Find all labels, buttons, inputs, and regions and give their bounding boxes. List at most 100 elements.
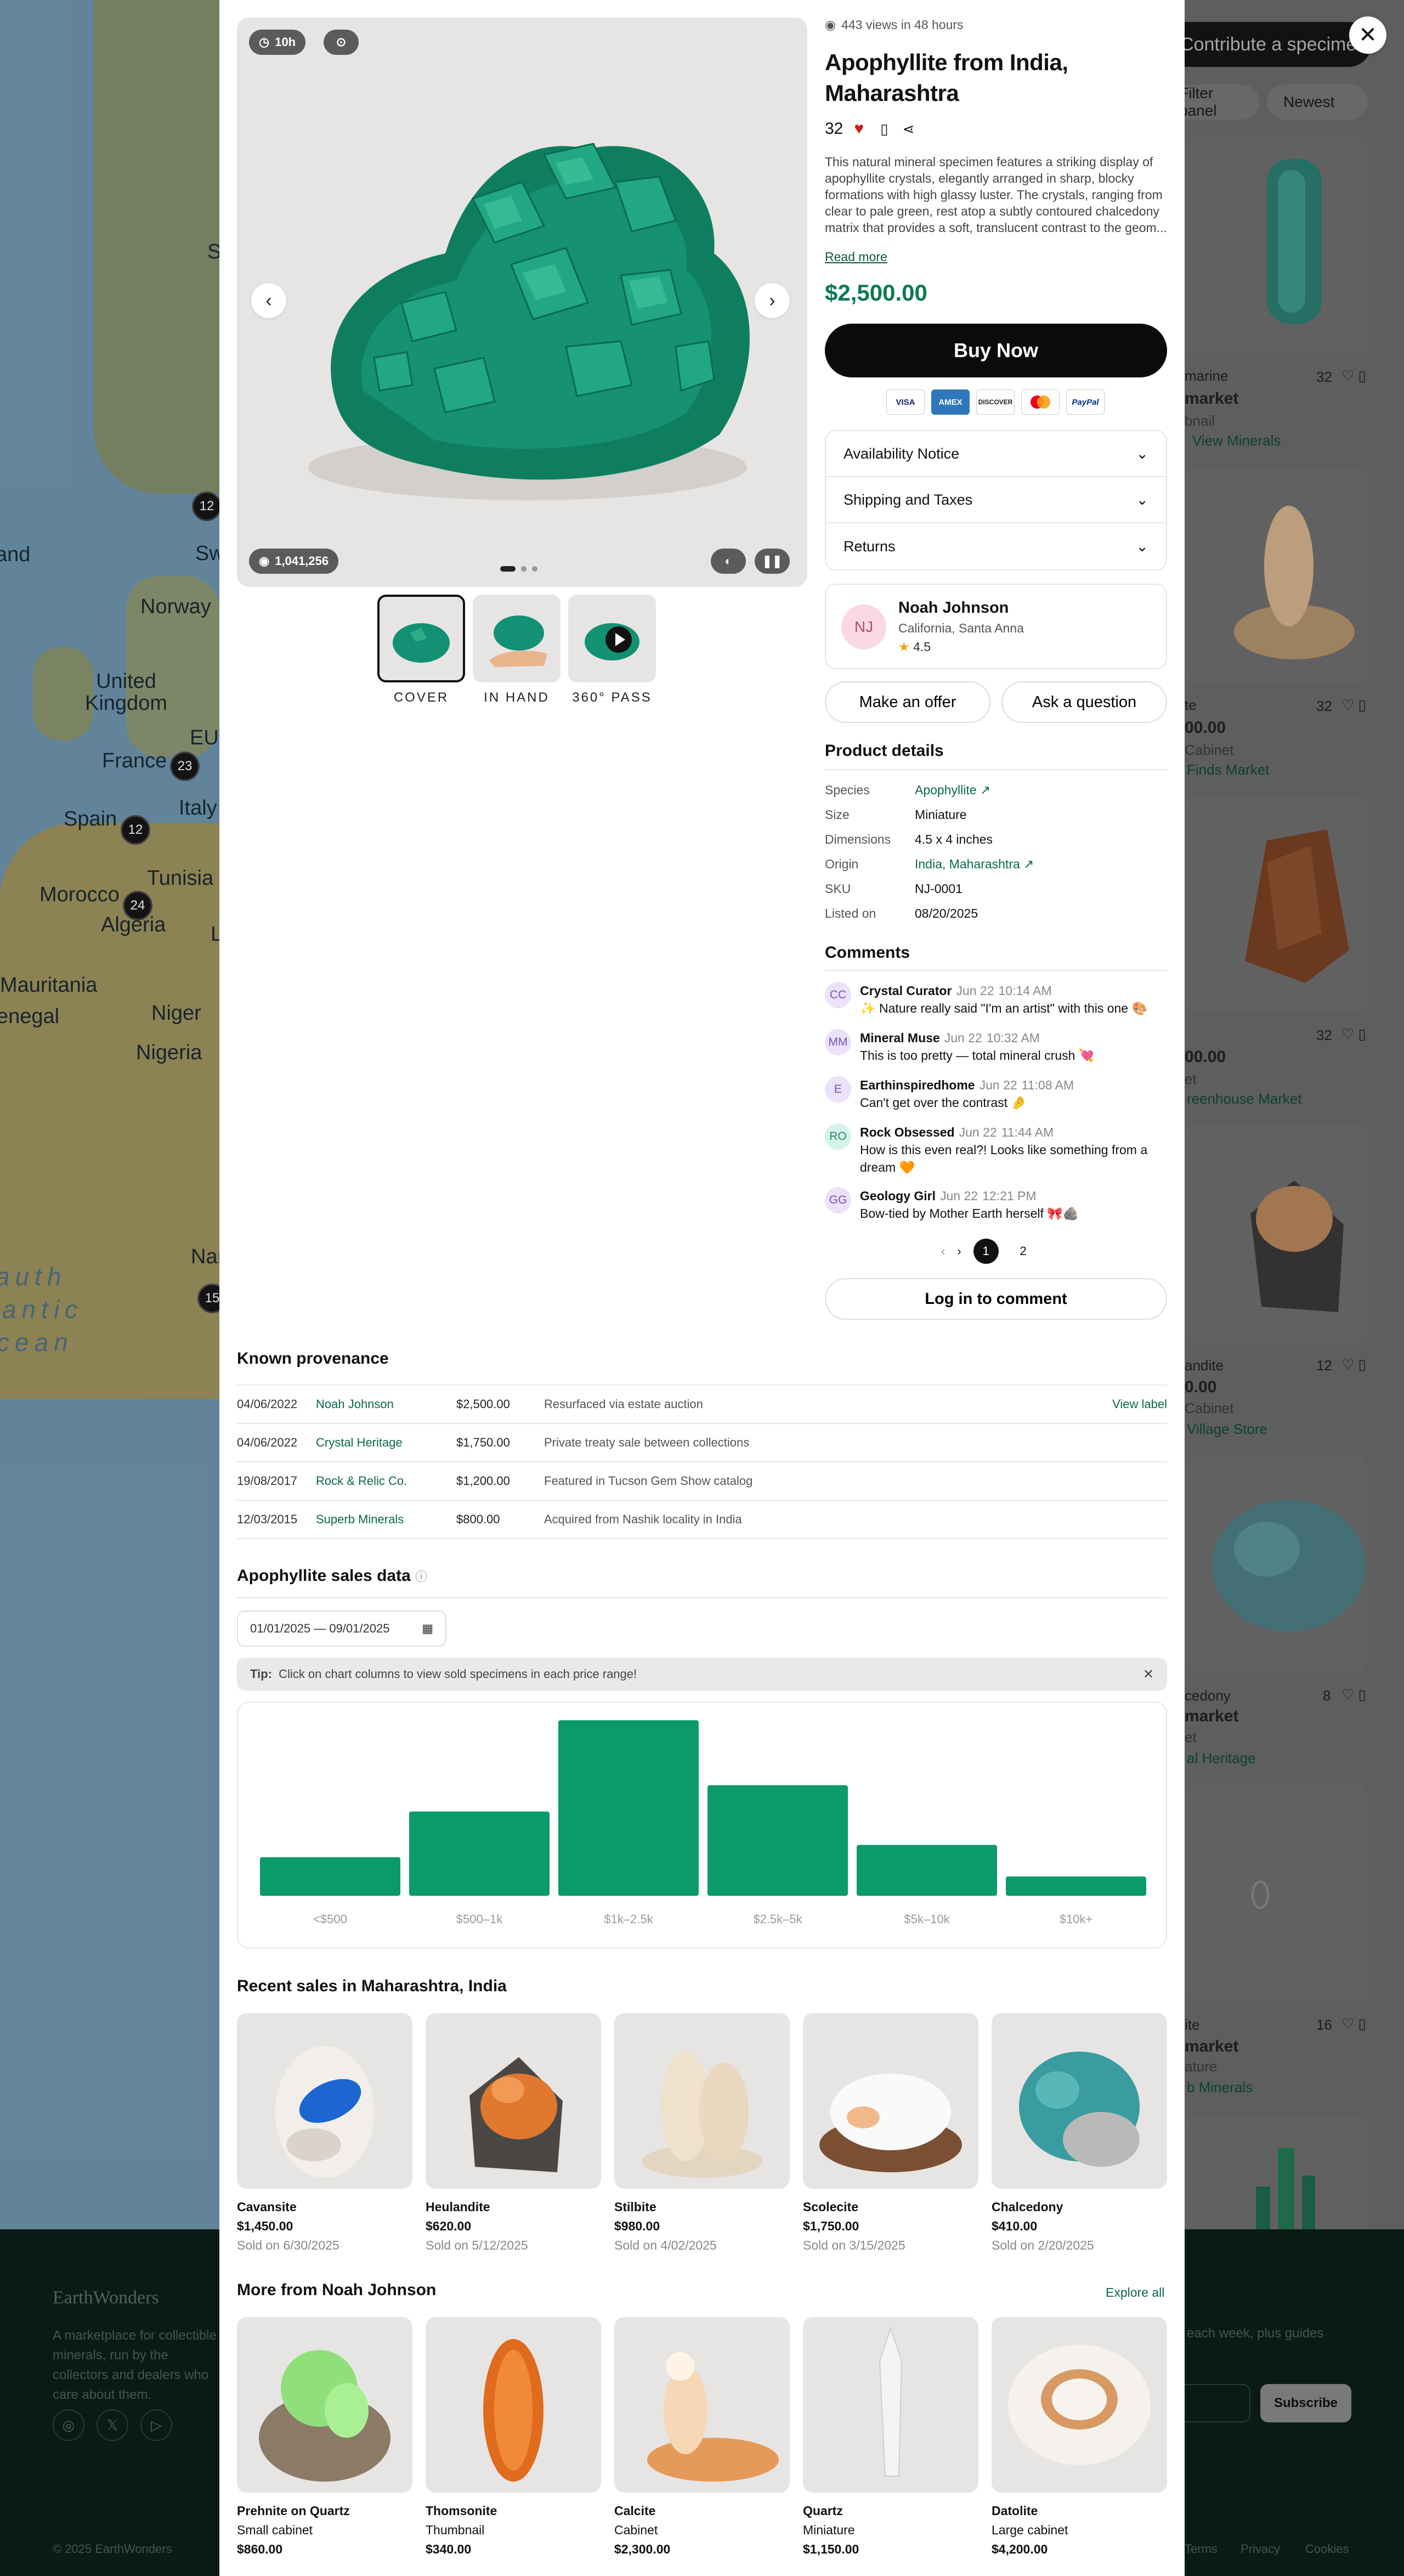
more-from-seller-heading: More from Noah Johnson [237, 2281, 437, 2299]
product-card[interactable]: Datolite Large cabinet $4,200.00 [992, 2317, 1167, 2557]
provenance-owner[interactable]: Rock & Relic Co. [316, 1474, 456, 1488]
chart-tick-label: $2.5k–5k [753, 1912, 802, 1926]
chevron-right-icon[interactable]: › [957, 1244, 961, 1258]
payment-methods: VISA AMEX DISCOVER PayPal [886, 389, 1105, 415]
avatar: NJ [841, 605, 886, 649]
comment-author[interactable]: Geology Girl [860, 1189, 936, 1203]
detail-value-species[interactable]: Apophyllite ↗ [915, 783, 990, 798]
read-more-link[interactable]: Read more [825, 250, 887, 264]
info-icon[interactable]: ⓘ [415, 1570, 427, 1584]
camera-icon[interactable]: ⊙ [324, 30, 359, 55]
carousel-dot[interactable] [521, 566, 526, 572]
image-gallery[interactable]: ◷ 10h ⊙ ‹ › ◉ 1,041,256 ◐ ❚❚ [237, 18, 807, 587]
tip-label: Tip: [250, 1667, 272, 1681]
sold-date: Sold on 4/02/2025 [614, 2238, 717, 2252]
product-name: Prehnite on Quartz [237, 2504, 350, 2518]
previous-image-button[interactable]: ‹ [251, 283, 286, 318]
product-card[interactable]: Scolecite $1,750.00 Sold on 3/15/2025 [803, 2013, 978, 2253]
specimen-image [469, 2057, 563, 2172]
comment-time: 10:14 AM [998, 984, 1052, 998]
specimen-modal: ◷ 10h ⊙ ‹ › ◉ 1,041,256 ◐ ❚❚ COVER IN HAND… [219, 0, 1185, 2576]
calendar-icon: ▦ [422, 1622, 433, 1635]
mastercard-icon [1021, 389, 1060, 415]
divider [825, 970, 1167, 971]
accordion-shipping[interactable]: Shipping and Taxes ⌄ [826, 477, 1166, 523]
recent-sales-heading: Recent sales in Maharashtra, India [237, 1977, 507, 1995]
provenance-owner[interactable]: Crystal Heritage [316, 1436, 456, 1450]
chart-bar[interactable] [1006, 1876, 1146, 1896]
thumbnail-cover[interactable]: COVER [377, 595, 465, 705]
next-image-button[interactable]: › [755, 283, 790, 318]
product-name: Calcite [614, 2504, 656, 2518]
provenance-owner[interactable]: Noah Johnson [316, 1397, 456, 1411]
close-icon[interactable]: ✕ [1143, 1667, 1154, 1682]
chart-bar[interactable] [707, 1785, 848, 1896]
detail-key: Dimensions [825, 832, 891, 846]
product-card[interactable]: Heulandite $620.00 Sold on 5/12/2025 [426, 2013, 601, 2253]
share-icon[interactable]: ⋖ [903, 121, 915, 138]
chart-bar[interactable] [558, 1720, 699, 1896]
mute-icon[interactable]: ◐ [711, 549, 746, 574]
ask-question-button[interactable]: Ask a question [1001, 681, 1167, 723]
product-name: Scolecite [803, 2200, 858, 2214]
product-price: $2,300.00 [614, 2542, 671, 2556]
seller-card[interactable]: NJ Noah Johnson California, Santa Anna ★… [825, 584, 1167, 669]
accordion-availability[interactable]: Availability Notice ⌄ [826, 431, 1166, 477]
product-details-heading: Product details [825, 742, 944, 760]
table-row: 04/06/2022 Noah Johnson $2,500.00 Resurface… [237, 1386, 1167, 1424]
thumbnail-in-hand[interactable]: IN HAND [473, 595, 561, 705]
detail-value-origin[interactable]: India, Maharashtra ↗ [915, 857, 1034, 872]
product-card[interactable]: Prehnite on Quartz Small cabinet $860.00 [237, 2317, 412, 2557]
login-to-comment-button[interactable]: Log in to comment [825, 1278, 1167, 1320]
thumbnail-strip: COVER IN HAND 360° PASS [377, 595, 656, 705]
product-card[interactable]: Quartz Miniature $1,150.00 [803, 2317, 978, 2557]
detail-value: Apophyllite [915, 783, 977, 797]
comment-author[interactable]: Earthinspiredhome [860, 1078, 975, 1092]
bookmark-icon[interactable]: ▯ [880, 121, 888, 138]
product-card[interactable]: Stilbite $980.00 Sold on 4/02/2025 [614, 2013, 790, 2253]
close-icon[interactable]: ✕ [1349, 16, 1386, 54]
chart-bar[interactable] [409, 1811, 550, 1896]
visa-icon: VISA [886, 389, 925, 415]
heart-icon[interactable]: ♥ [854, 120, 864, 138]
views-chip: ◉ 1,041,256 [249, 549, 339, 574]
product-name: Datolite [992, 2504, 1038, 2518]
explore-all-link[interactable]: Explore all [1106, 2285, 1164, 2300]
date-range-picker[interactable]: 01/01/2025 — 09/01/2025 ▦ [237, 1611, 446, 1647]
product-card[interactable]: Calcite Cabinet $2,300.00 [614, 2317, 790, 2557]
pause-icon[interactable]: ❚❚ [755, 549, 790, 574]
chart-bar[interactable] [260, 1857, 400, 1896]
product-price: $4,200.00 [992, 2542, 1048, 2556]
carousel-dot[interactable] [532, 566, 537, 572]
product-card[interactable]: Thomsonite Thumbnail $340.00 [426, 2317, 601, 2557]
comment-time: 11:08 AM [1021, 1078, 1074, 1092]
product-card[interactable]: Cavansite $1,450.00 Sold on 6/30/2025 [237, 2013, 412, 2253]
avatar: GG [825, 1187, 851, 1213]
make-offer-button[interactable]: Make an offer [825, 681, 990, 723]
provenance-date: 12/03/2015 [237, 1512, 298, 1526]
chevron-left-icon[interactable]: ‹ [941, 1244, 945, 1258]
view-label-link[interactable]: View label [1112, 1397, 1167, 1411]
product-card[interactable]: Chalcedony $410.00 Sold on 2/20/2025 [992, 2013, 1167, 2253]
comment-author[interactable]: Mineral Muse [860, 1031, 940, 1045]
comment-text: Can't get over the contrast 🤌 [860, 1095, 1027, 1110]
product-size: Cabinet [614, 2523, 658, 2537]
accordion-returns[interactable]: Returns ⌄ [826, 523, 1166, 569]
page-button[interactable]: 1 [973, 1239, 999, 1264]
comment-author[interactable]: Rock Obsessed [860, 1125, 955, 1139]
carousel-dot[interactable] [500, 566, 516, 572]
buy-now-button[interactable]: Buy Now [825, 324, 1167, 377]
product-name: Quartz [803, 2504, 843, 2518]
carousel-dots[interactable] [500, 566, 537, 572]
chart-bar[interactable] [857, 1845, 997, 1896]
sold-date: Sold on 2/20/2025 [992, 2238, 1094, 2252]
provenance-owner[interactable]: Superb Minerals [316, 1512, 456, 1527]
specimen-image [1019, 2052, 1140, 2167]
seller-name[interactable]: Noah Johnson [898, 599, 1009, 617]
specimen-image [879, 2326, 903, 2477]
time-left-value: 10h [275, 35, 296, 49]
thumbnail-360[interactable]: 360° PASS [568, 595, 656, 705]
comment-author[interactable]: Crystal Curator [860, 984, 952, 998]
page-button[interactable]: 2 [1011, 1239, 1036, 1264]
product-name: Stilbite [614, 2200, 656, 2214]
